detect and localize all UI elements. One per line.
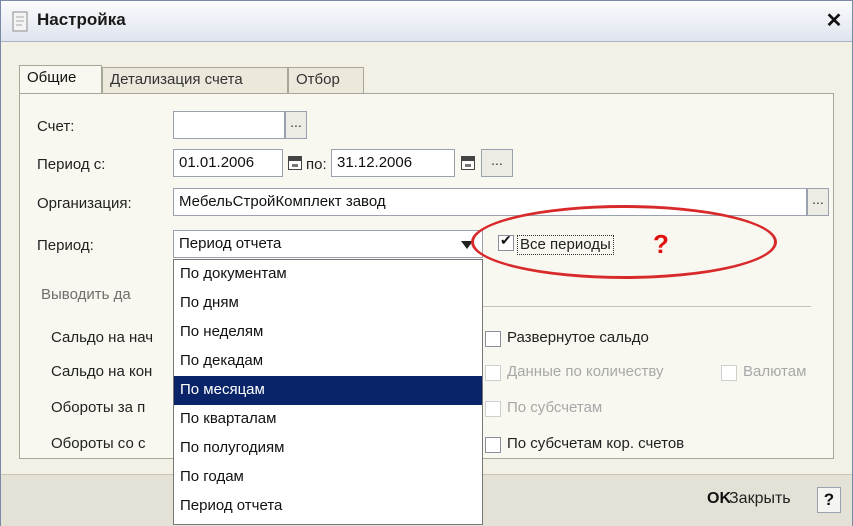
to-label: по: [306,156,327,173]
currencies-checkbox[interactable] [721,365,737,381]
currencies-label: Валютам [743,363,807,380]
dropdown-option[interactable]: По дням [174,289,482,318]
close-icon[interactable]: ✕ [822,9,846,33]
calendar-icon[interactable] [288,156,302,170]
highlight-ellipse [471,205,777,279]
window-title: Настройка [37,10,126,29]
row-label: Сальдо на нач [51,329,154,346]
row-label: Обороты со с [51,435,146,452]
quantity-data-checkbox[interactable] [485,365,501,381]
organization-select-button[interactable]: ... [807,188,829,216]
account-select-button[interactable]: ... [285,111,307,139]
dropdown-option[interactable]: Период отчета [174,492,482,521]
title-bar: Настройка ✕ [1,1,852,42]
tab-account-details[interactable]: Детализация счета [102,67,288,93]
date-to-field[interactable]: 31.12.2006 [331,149,455,177]
tab-filter[interactable]: Отбор [288,67,364,93]
settings-window: Настройка ✕ Общие Детализация счета Отбо… [0,0,853,526]
dropdown-option[interactable]: По документам [174,260,482,289]
account-field[interactable] [173,111,285,139]
section-title: Выводить да [41,286,131,303]
row-label: Обороты за п [51,399,146,416]
dropdown-option[interactable]: По неделям [174,318,482,347]
dropdown-option[interactable]: По кварталам [174,405,482,434]
account-label: Счет: [37,118,75,135]
ok-button[interactable]: OK [707,490,731,508]
subaccounts-checkbox[interactable] [485,401,501,417]
expanded-balance-checkbox[interactable] [485,331,501,347]
period-dropdown-list: По документам По дням По неделям По дека… [173,259,483,525]
dropdown-option[interactable]: По полугодиям [174,434,482,463]
period-select-button[interactable]: ... [481,149,513,177]
quantity-data-label: Данные по количеству [507,363,664,380]
date-from-field[interactable]: 01.01.2006 [173,149,283,177]
subaccounts-label: По субсчетам [507,399,603,416]
organization-label: Организация: [37,195,132,212]
period-combo[interactable]: Период отчета [173,230,483,258]
dropdown-option-selected[interactable]: По месяцам [174,376,482,405]
dropdown-option[interactable]: По годам [174,463,482,492]
period-from-label: Период с: [37,156,106,173]
corr-subaccounts-label: По субсчетам кор. счетов [507,435,685,452]
dropdown-option[interactable]: По декадам [174,347,482,376]
row-label: Сальдо на кон [51,363,153,380]
document-icon [12,11,28,32]
calendar-icon[interactable] [461,156,475,170]
corr-subaccounts-checkbox[interactable] [485,437,501,453]
help-button[interactable]: ? [817,487,841,513]
tab-general[interactable]: Общие [19,65,102,93]
question-mark-annotation: ? [653,229,669,259]
expanded-balance-label: Развернутое сальдо [507,329,649,346]
close-button[interactable]: Закрыть [729,490,791,508]
period-label: Период: [37,237,94,254]
